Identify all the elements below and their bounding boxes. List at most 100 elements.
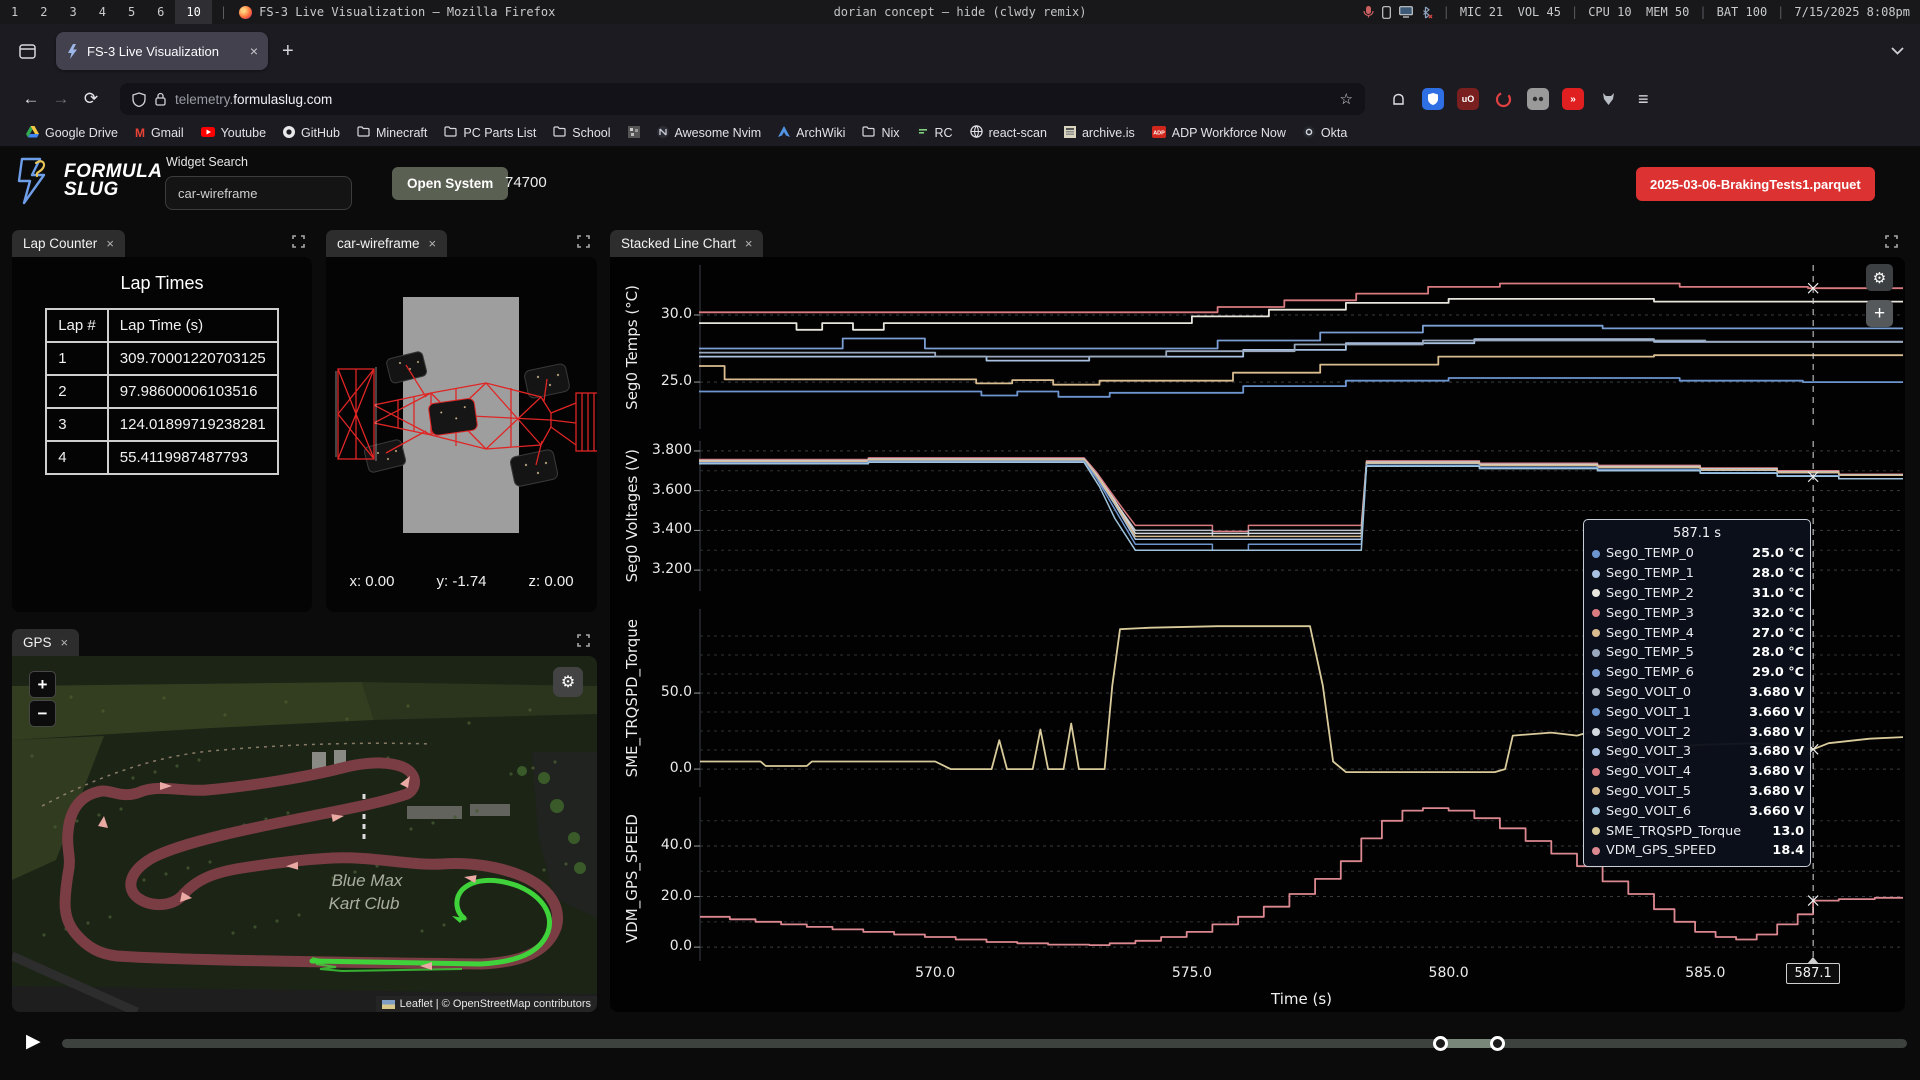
bookmark-pc-parts-list[interactable]: PC Parts List xyxy=(444,126,536,140)
car-coordinate: x: 0.00 xyxy=(349,573,394,590)
bookmark-gmail[interactable]: MGmail xyxy=(135,126,184,140)
back-button[interactable]: ← xyxy=(16,84,46,114)
chart-settings-gear-icon[interactable]: ⚙ xyxy=(1866,264,1893,291)
workspace-4[interactable]: 4 xyxy=(88,0,117,24)
timeline-handle-start[interactable] xyxy=(1433,1036,1448,1051)
car-wireframe-tab[interactable]: car-wireframe × xyxy=(326,230,447,257)
play-button[interactable]: ▶ xyxy=(26,1030,41,1053)
bookmark-adp-workforce-now[interactable]: ADPADP Workforce Now xyxy=(1152,126,1286,141)
bookmark-awesome-nvim[interactable]: Awesome Nvim xyxy=(657,126,762,141)
lap-counter-close-icon[interactable]: × xyxy=(106,236,114,251)
series-value: 3.680 V xyxy=(1749,764,1804,779)
stacked-chart-expand-icon[interactable] xyxy=(1885,235,1898,253)
bookmark-react-scan[interactable]: react-scan xyxy=(970,125,1047,141)
tracking-shield-icon[interactable] xyxy=(132,92,146,107)
bookmark-rc[interactable]: RC xyxy=(917,126,953,141)
reload-button[interactable]: ⟳ xyxy=(76,84,106,114)
car-wireframe-body[interactable]: x: 0.00y: -1.74z: 0.00 xyxy=(326,257,597,612)
series-dot xyxy=(1592,550,1600,558)
chart-add-button[interactable]: + xyxy=(1866,300,1893,327)
bookmark-github[interactable]: GitHub xyxy=(283,126,340,141)
map-zoom-out-button[interactable]: − xyxy=(29,700,56,727)
ublock-origin-icon[interactable]: uO xyxy=(1457,88,1479,110)
url-bar[interactable]: telemetry.formulaslug.com ☆ xyxy=(120,83,1365,115)
series-value: 3.660 V xyxy=(1749,804,1804,819)
frame-counter: 74700 xyxy=(505,174,547,191)
bookmark-label: Gmail xyxy=(151,126,184,140)
lap-counter-expand-icon[interactable] xyxy=(292,235,305,253)
bookmarks-bar: Google Drive MGmail Youtube GitHub Minecraft… xyxy=(0,120,1920,147)
bookmark-youtube[interactable]: Youtube xyxy=(201,126,266,140)
folder-icon xyxy=(553,126,566,140)
x-tick-label: 575.0 xyxy=(1157,965,1227,981)
tab-close-icon[interactable]: × xyxy=(250,43,258,59)
cursor-time-box[interactable]: 587.1 xyxy=(1786,963,1840,984)
y-axis-title: SME_TRQSPD_Torque xyxy=(612,609,652,787)
workspace-3[interactable]: 3 xyxy=(58,0,87,24)
github-icon xyxy=(283,126,295,141)
bookmark-school[interactable]: School xyxy=(553,126,610,140)
lap-counter-tab[interactable]: Lap Counter × xyxy=(12,230,125,257)
series-name: Seg0_VOLT_2 xyxy=(1606,725,1749,740)
bookmark-okta[interactable]: Okta xyxy=(1303,126,1347,141)
car-coordinate: z: 0.00 xyxy=(529,573,574,590)
tooltip-row: Seg0_VOLT_13.660 V xyxy=(1590,702,1804,722)
timeline-selection xyxy=(1440,1039,1497,1048)
browser-tab[interactable]: FS-3 Live Visualization × xyxy=(56,32,268,70)
series-name: Seg0_VOLT_6 xyxy=(1606,804,1749,819)
brand-bolt-icon xyxy=(16,157,58,205)
bookmark-archwiki[interactable]: ArchWiki xyxy=(778,126,845,140)
bookmark-pixel[interactable] xyxy=(628,126,640,141)
car-wireframe-close-icon[interactable]: × xyxy=(429,236,437,251)
bookmark-google-drive[interactable]: Google Drive xyxy=(26,126,118,141)
downloader-extension-icon[interactable] xyxy=(1492,88,1514,110)
bookmark-archive-is[interactable]: archive.is xyxy=(1064,126,1135,141)
lap-table-header: Lap # xyxy=(46,309,108,342)
series-dot xyxy=(1592,649,1600,657)
tooltip-time: 587.1 s xyxy=(1590,524,1804,544)
share-extension-icon[interactable] xyxy=(1387,88,1409,110)
tab-title: FS-3 Live Visualization xyxy=(87,44,219,59)
stacked-chart-close-icon[interactable]: × xyxy=(745,236,753,251)
series-dot xyxy=(1592,708,1600,716)
lap-table-header: Lap Time (s) xyxy=(108,309,278,342)
widget-search-input[interactable] xyxy=(165,176,352,210)
parquet-file-button[interactable]: 2025-03-06-BrakingTests1.parquet xyxy=(1636,167,1875,201)
bookmark-star-icon[interactable]: ☆ xyxy=(1340,90,1353,108)
fastforward-extension-icon[interactable]: » xyxy=(1562,88,1584,110)
bookmark-nix[interactable]: Nix xyxy=(862,126,899,140)
timeline-slider[interactable] xyxy=(62,1039,1907,1048)
lap-table-cell: 1 xyxy=(46,342,108,375)
x-tick-label: 570.0 xyxy=(900,965,970,981)
map-zoom-in-button[interactable]: + xyxy=(29,671,56,698)
gps-close-icon[interactable]: × xyxy=(61,635,69,650)
new-tab-button[interactable]: + xyxy=(282,40,294,63)
gps-expand-icon[interactable] xyxy=(577,634,590,652)
gps-map[interactable]: + − ⚙ xyxy=(12,656,597,1012)
tab-list-chevron-icon[interactable] xyxy=(1891,42,1904,60)
series-value: 18.4 xyxy=(1772,843,1804,858)
wolf-extension-icon[interactable] xyxy=(1597,88,1619,110)
series-value: 25.0 °C xyxy=(1752,546,1804,561)
map-settings-gear-icon[interactable]: ⚙ xyxy=(553,667,583,697)
bookmark-minecraft[interactable]: Minecraft xyxy=(357,126,427,140)
workspace-5[interactable]: 5 xyxy=(117,0,146,24)
open-system-button[interactable]: Open System xyxy=(392,167,508,200)
stacked-chart-tab[interactable]: Stacked Line Chart × xyxy=(610,230,763,257)
workspace-2[interactable]: 2 xyxy=(29,0,58,24)
timeline-handle-end[interactable] xyxy=(1490,1036,1505,1051)
menu-button[interactable]: ≡ xyxy=(1638,89,1649,110)
workspace-6[interactable]: 6 xyxy=(146,0,175,24)
bluetooth-off-icon xyxy=(1421,6,1433,19)
stacked-chart-body[interactable]: ⚙ + 587.1 s Seg0_TEMP_025.0 °CSeg0_TEMP_… xyxy=(610,257,1905,1012)
workspace-10[interactable]: 10 xyxy=(175,0,211,24)
workspace-1[interactable]: 1 xyxy=(0,0,29,24)
lock-icon[interactable] xyxy=(155,92,166,106)
tampermonkey-extension-icon[interactable] xyxy=(1527,88,1549,110)
forward-button[interactable]: → xyxy=(46,84,76,114)
bitwarden-extension-icon[interactable] xyxy=(1422,88,1444,110)
gps-tab[interactable]: GPS × xyxy=(12,629,79,656)
firefox-view-button[interactable] xyxy=(12,36,42,66)
car-wireframe-expand-icon[interactable] xyxy=(577,235,590,253)
bookmark-label: ArchWiki xyxy=(796,126,845,140)
